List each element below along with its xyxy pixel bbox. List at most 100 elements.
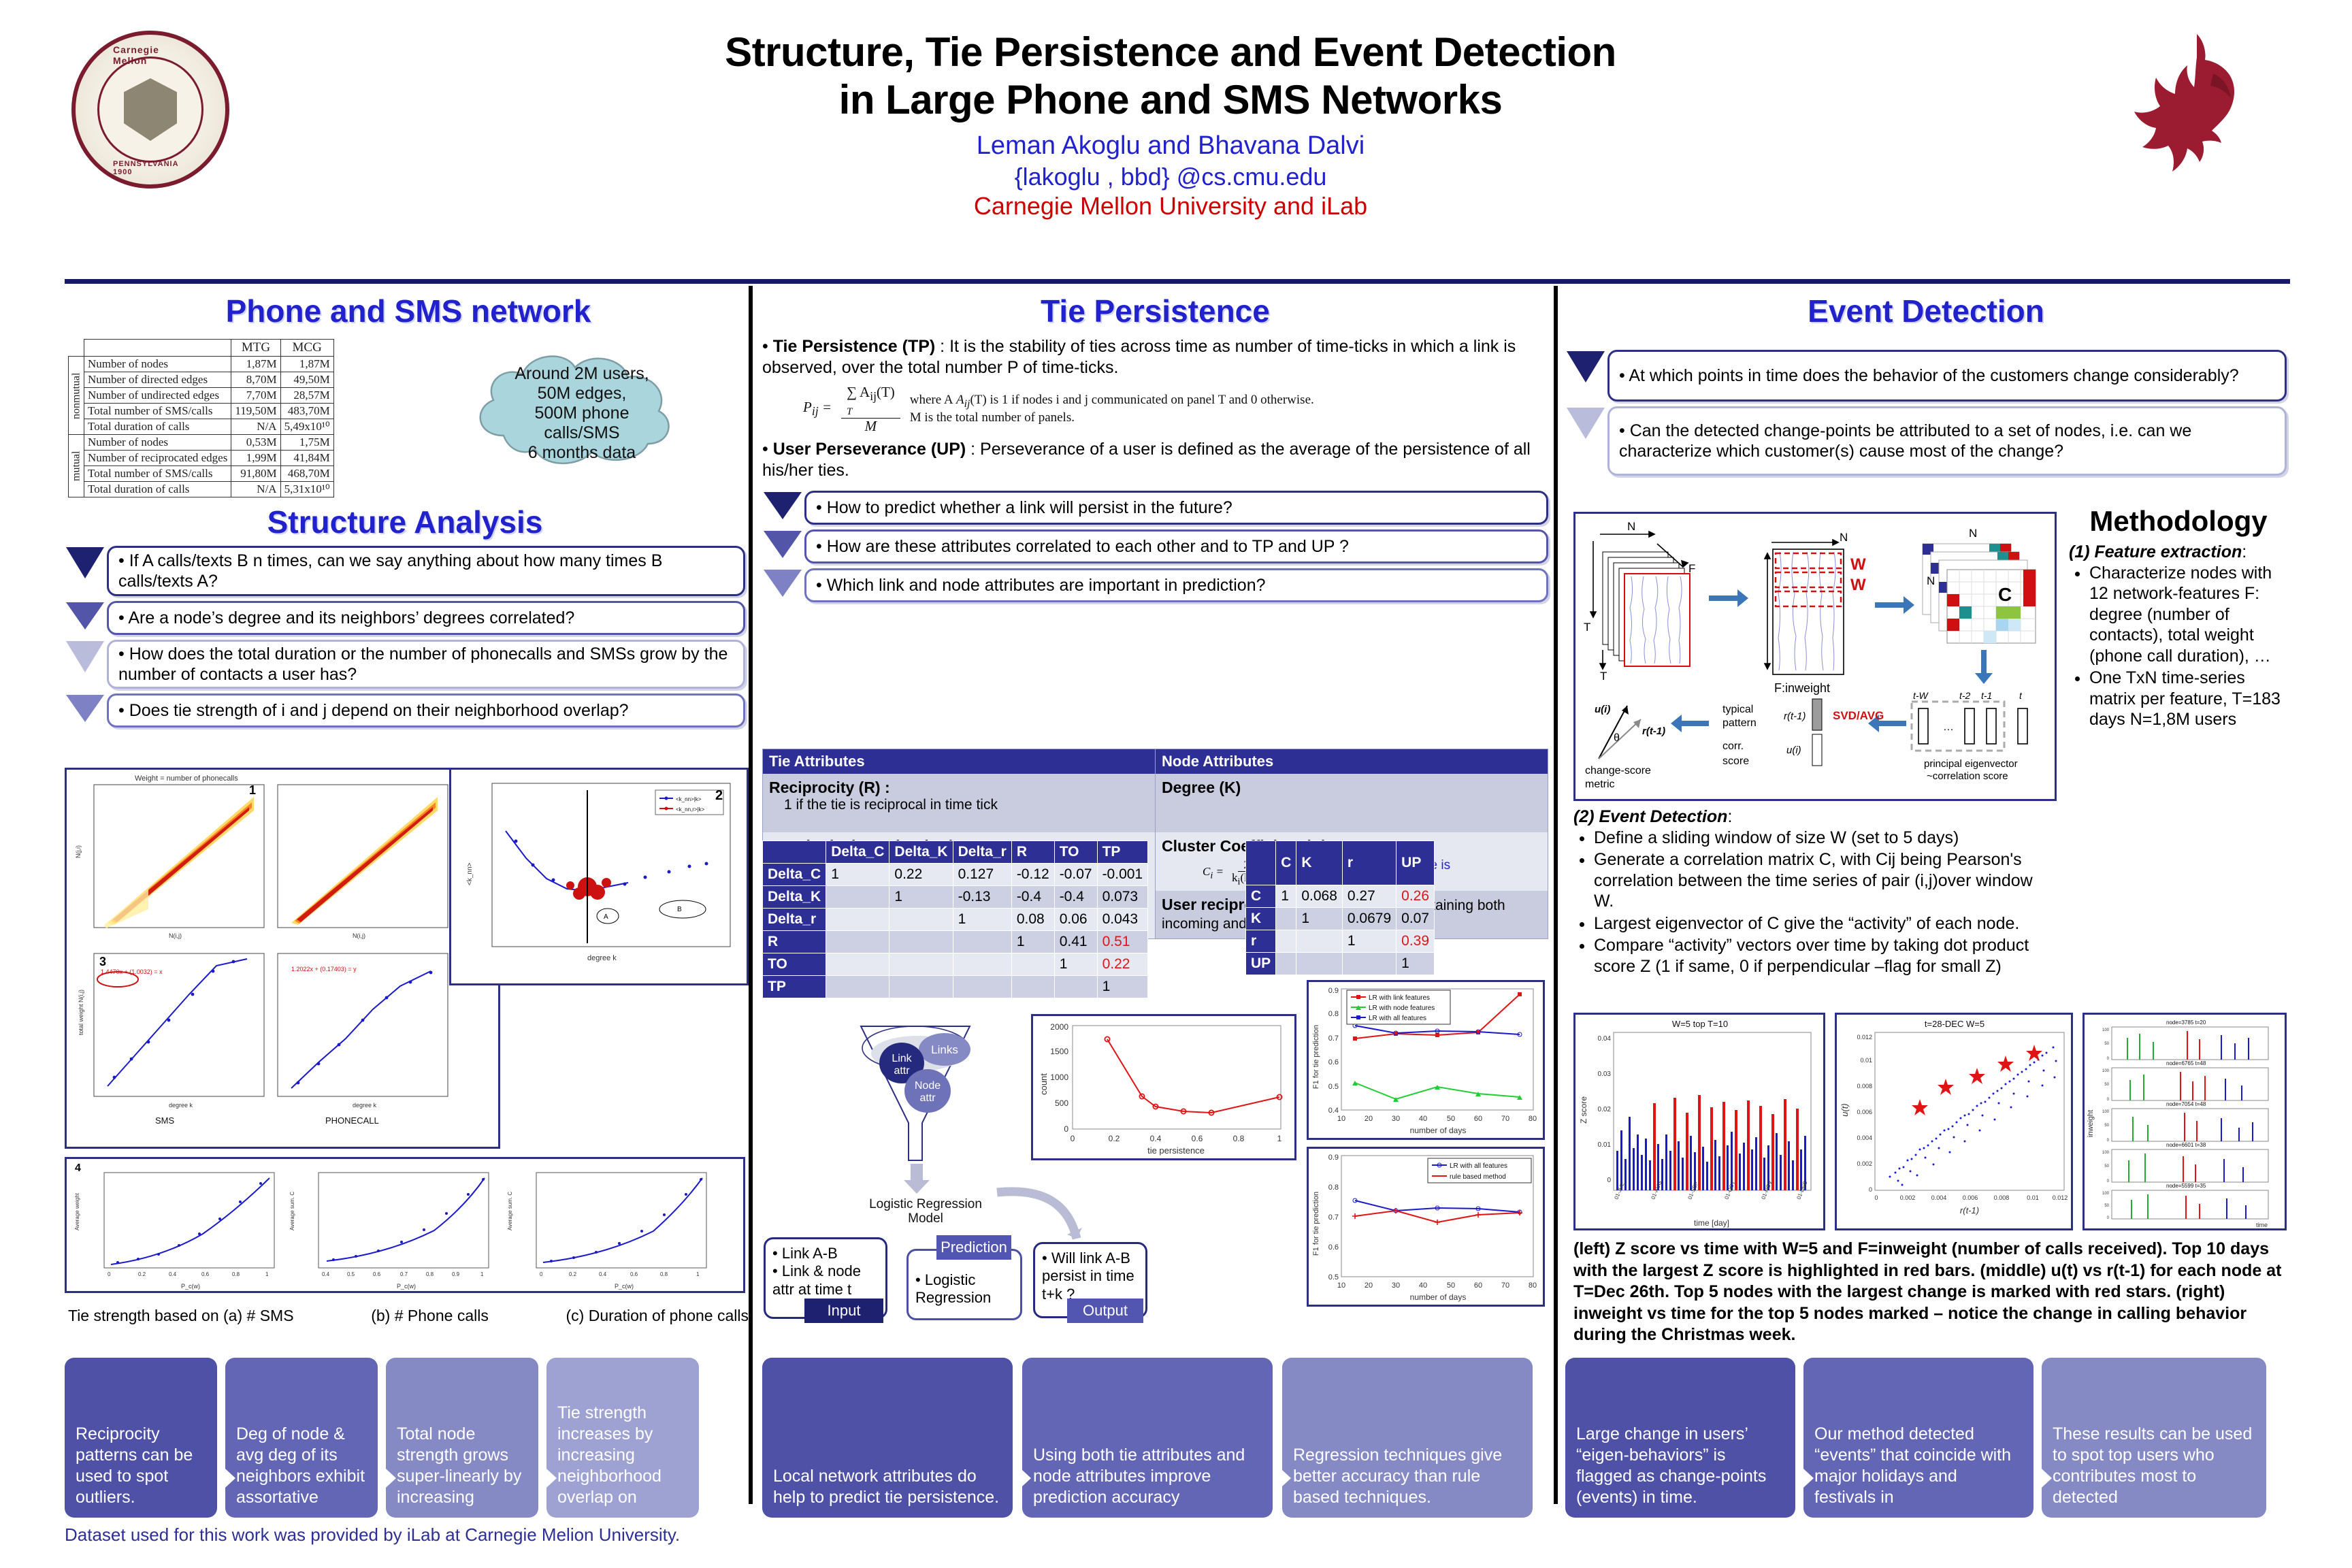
question-box[interactable]: • Which link and node attributes are imp… [804, 568, 1548, 603]
question-text: How are these attributes correlated to e… [826, 537, 1349, 557]
question-box[interactable]: • How does the total duration or the num… [107, 640, 745, 689]
svg-text:0.6: 0.6 [1192, 1134, 1203, 1143]
plot-label-phonecall: PHONECALL [325, 1115, 379, 1126]
stat-mcg: 28,57M [280, 387, 334, 404]
conclusion-text: Large change in users’ “eigen-behaviors”… [1576, 1424, 1767, 1507]
stat-mtg: 8,70M [231, 372, 281, 388]
corr-cell: 0.22 [889, 863, 953, 886]
cloud-text: Around 2M users, 50M edges, 500M phone c… [514, 364, 649, 462]
corr-cell: 0.22 [1096, 953, 1149, 976]
conclusion-text: Total node strength grows super-linearly… [397, 1424, 522, 1507]
question-box[interactable]: • Are a node’s degree and its neighbors’… [107, 601, 745, 635]
affiliation: Carnegie Mellon University and iLab [973, 192, 1368, 220]
corr-row-head: K [1245, 907, 1277, 930]
conclusion-box[interactable]: Large change in users’ “eigen-behaviors”… [1565, 1358, 1814, 1518]
cmu-seal-logo: Carnegie Mellon PENNSYLVANIA 1900 [71, 31, 229, 189]
inweight-top5-chart: node=3785 t=20 node=6765 t=48 node=7054 … [2082, 1013, 2287, 1230]
middle-conclusions: Local network attributes do help to pred… [762, 1358, 1548, 1518]
node-attr-degree: Degree (K) [1156, 774, 1548, 832]
stat-mtg: 1,87M [231, 356, 281, 372]
question-box[interactable]: • At which points in time does the behav… [1607, 350, 2287, 402]
svg-text:N(i,j): N(i,j) [169, 932, 182, 939]
conclusion-box[interactable]: Reciprocity patterns can be used to spot… [65, 1358, 235, 1518]
chart-xlabel-scatter: r(t-1) [1960, 1205, 1979, 1215]
question-text: Does tie strength of i and j depend on t… [129, 700, 629, 720]
question-box[interactable]: • Does tie strength of i and j depend on… [107, 693, 745, 728]
chevron-down-icon [762, 491, 804, 525]
header-divider [65, 279, 2290, 284]
svg-text:20: 20 [1365, 1281, 1373, 1290]
corr-row-head: R [762, 930, 827, 953]
node-label-1: node=6765 t=48 [2166, 1060, 2206, 1066]
conclusion-box[interactable]: Tie strength increases by increasing nei… [546, 1358, 699, 1518]
tp-question-list: • How to predict whether a link will per… [762, 491, 1548, 603]
svg-text:0.008: 0.008 [1994, 1194, 2010, 1201]
svg-text:degree k: degree k [587, 954, 617, 962]
svg-text:50: 50 [2104, 1124, 2109, 1128]
corr-cell: 0.41 [1054, 930, 1098, 953]
conclusion-box[interactable]: Total node strength grows super-linearly… [386, 1358, 557, 1518]
question-text: Can the detected change-points be attrib… [1619, 421, 2192, 461]
section-title-phone-sms: Phone and SMS network [225, 293, 591, 329]
legend-rule-based: rule based method [1450, 1173, 1506, 1181]
svg-text:0: 0 [1607, 1177, 1611, 1184]
label-rt1: r(t-1) [1784, 710, 1806, 722]
label-svd: SVD/AVG [1833, 709, 1884, 722]
formula-note-2: M is the total number of panels. [909, 410, 1075, 425]
question-box[interactable]: • How are these attributes correlated to… [804, 529, 1548, 564]
chevron-down-icon [1565, 406, 1607, 476]
corr-cell [1275, 907, 1297, 930]
legend-lr-all: LR with all features [1369, 1015, 1426, 1022]
stat-row-name: Total number of SMS/calls [83, 466, 232, 482]
corr-cell: -0.001 [1096, 863, 1149, 886]
question-box[interactable]: • Can the detected change-points be attr… [1607, 406, 2287, 476]
corr-row-head: Delta_C [762, 863, 827, 886]
svg-text:0.2: 0.2 [138, 1271, 146, 1277]
conclusion-text: Tie strength increases by increasing nei… [557, 1403, 662, 1507]
conclusion-box[interactable]: Local network attributes do help to pred… [762, 1358, 1031, 1518]
corr-cell: 1 [952, 908, 1012, 931]
tie-attr-reciprocity: Reciprocity (R) : 1 if the tie is recipr… [763, 774, 1155, 832]
author-email: {lakoglu , bbd} @cs.cmu.edu [1014, 162, 1327, 191]
formula-num-arg: (T) [876, 383, 895, 400]
conclusion-box[interactable]: Our method detected “events” that coinci… [1803, 1358, 2052, 1518]
chart-xlabel-inweight: time [2256, 1222, 2268, 1228]
svg-text:1: 1 [1277, 1134, 1282, 1143]
conclusion-box[interactable]: Using both tie attributes and node attri… [1022, 1358, 1291, 1518]
corr-cell: 0.51 [1096, 930, 1149, 953]
formula-numerator: ∑ A [846, 383, 870, 400]
f1-rulebased-chart: 0.5 0.6 0.7 0.8 0.9 10 20 30 40 50 60 70 80 numbe… [1307, 1147, 1545, 1307]
conclusion-box[interactable]: Regression techniques give better accura… [1282, 1358, 1533, 1518]
svg-text:…: … [1943, 721, 1954, 733]
label-principal-2: ~correlation score [1927, 770, 2008, 782]
question-box[interactable]: • How to predict whether a link will per… [804, 491, 1548, 525]
page-title-line1: Structure, Tie Persistence and Event Det… [725, 29, 1616, 75]
chart-xlabel-zscore: time [day] [1694, 1218, 1729, 1228]
svg-text:0.6: 0.6 [373, 1271, 381, 1277]
chevron-down-icon [762, 568, 804, 602]
question-text: Are a node’s degree and its neighbors’ d… [128, 608, 575, 627]
prediction-item: Logistic Regression [915, 1271, 992, 1307]
corr-cell [889, 953, 953, 976]
attr-title: Degree (K) [1162, 779, 1241, 796]
corr-col-head [1245, 840, 1277, 885]
svg-text:100: 100 [2102, 1028, 2110, 1032]
svg-text:0.9: 0.9 [1328, 987, 1339, 995]
table-row: K 1 0.0679 0.07 [1245, 907, 1435, 930]
caption-b: (b) # Phone calls [371, 1307, 489, 1324]
conclusion-box[interactable]: Deg of node & avg deg of its neighbors e… [225, 1358, 396, 1518]
methodology-step1: (1) Feature extraction: Characterize nod… [2069, 542, 2288, 730]
attr-title: Reciprocity (R) : [769, 779, 890, 796]
output-label: Output [1067, 1298, 1143, 1323]
corr-cell: 0.08 [1011, 908, 1055, 931]
column-divider-2 [1554, 286, 1558, 1504]
svg-text:0.01: 0.01 [1598, 1141, 1612, 1149]
svg-text:0: 0 [1874, 1194, 1878, 1201]
tie-persistence-count-chart: 0 500 1000 1500 2000 0 0.2 0.4 0.6 0.8 1 tie pe… [1031, 1014, 1296, 1160]
corr-cell [1275, 952, 1297, 975]
arrow-right-icon [539, 1462, 557, 1494]
svg-text:60: 60 [1474, 1115, 1482, 1123]
conclusion-text: Deg of node & avg deg of its neighbors e… [236, 1424, 365, 1507]
conclusion-box[interactable]: These results can be used to spot top us… [2042, 1358, 2266, 1518]
question-box[interactable]: • If A calls/texts B n times, can we say… [107, 546, 745, 596]
